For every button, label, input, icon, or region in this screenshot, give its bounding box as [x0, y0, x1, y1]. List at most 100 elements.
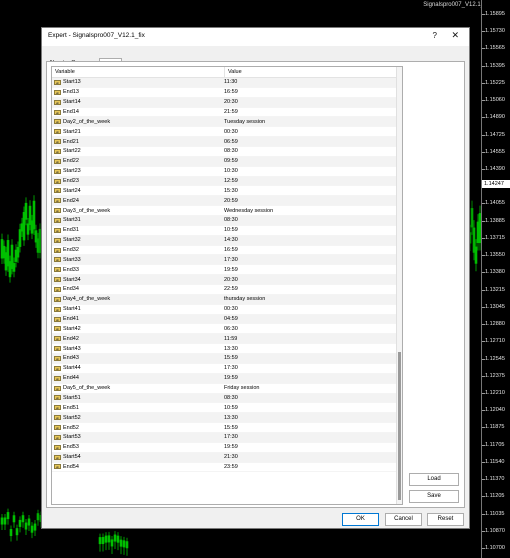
table-row[interactable]: ab Start34 20:30 — [52, 275, 402, 286]
help-button[interactable]: ? — [433, 31, 437, 40]
variable-value[interactable]: 16:59 — [221, 89, 238, 95]
table-row[interactable]: ab Start24 15:30 — [52, 186, 402, 197]
variable-value[interactable]: 20:30 — [221, 277, 238, 283]
variable-value[interactable]: Wednesday session — [221, 208, 273, 214]
column-header-variable[interactable]: Variable — [52, 67, 225, 77]
table-row[interactable]: ab Start23 10:30 — [52, 167, 402, 177]
variable-value[interactable]: 08:30 — [221, 148, 238, 154]
table-row[interactable]: ab Day4_of_the_week thursday session — [52, 294, 402, 305]
variable-value[interactable]: 23:59 — [221, 464, 238, 470]
table-row[interactable]: ab Start31 08:30 — [52, 216, 402, 226]
table-row[interactable]: ab Day3_of_the_week Wednesday session — [52, 206, 402, 217]
column-header-value[interactable]: Value — [225, 67, 402, 77]
variable-value[interactable]: 00:30 — [221, 306, 238, 312]
table-row[interactable]: ab End42 11:59 — [52, 334, 402, 345]
variable-value[interactable]: 06:59 — [221, 139, 238, 145]
load-button[interactable]: Load — [409, 473, 459, 486]
table-row[interactable]: ab Start21 00:30 — [52, 127, 402, 138]
table-row[interactable]: ab End33 19:59 — [52, 265, 402, 276]
variable-value[interactable]: 10:59 — [221, 405, 238, 411]
variable-value[interactable]: 20:30 — [221, 99, 238, 105]
variable-value[interactable]: 04:59 — [221, 316, 238, 322]
variable-value[interactable]: 13:30 — [221, 346, 238, 352]
variable-value[interactable]: 20:59 — [221, 198, 238, 204]
table-row[interactable]: ab Start42 06:30 — [52, 324, 402, 335]
table-row[interactable]: ab End51 10:59 — [52, 403, 402, 414]
table-row[interactable]: ab End32 16:59 — [52, 246, 402, 256]
table-row[interactable]: ab Start43 13:30 — [52, 344, 402, 355]
variable-value[interactable]: 22:59 — [221, 286, 238, 292]
variable-value[interactable]: 08:30 — [221, 217, 238, 223]
parameter-icon: ab — [54, 444, 61, 450]
parameter-icon: ab — [54, 109, 61, 115]
variable-value[interactable]: 11:59 — [221, 336, 237, 342]
variable-value[interactable]: 13:30 — [221, 415, 238, 421]
variable-value[interactable]: 10:30 — [221, 168, 238, 174]
variable-value[interactable]: 15:30 — [221, 188, 238, 194]
variable-value[interactable]: 19:59 — [221, 444, 238, 450]
variable-value[interactable]: Friday session — [221, 385, 259, 391]
table-row[interactable]: ab End21 06:59 — [52, 137, 402, 148]
table-row[interactable]: ab Start52 13:30 — [52, 413, 402, 424]
table-row[interactable]: ab End43 15:59 — [52, 354, 402, 364]
table-row[interactable]: ab End23 12:59 — [52, 176, 402, 187]
table-row[interactable]: ab Start33 17:30 — [52, 255, 402, 266]
scrollbar-thumb[interactable] — [398, 352, 401, 500]
vertical-scrollbar[interactable] — [396, 67, 402, 504]
table-row[interactable]: ab End52 15:59 — [52, 423, 402, 433]
variable-value[interactable]: 06:30 — [221, 326, 238, 332]
table-row[interactable]: ab End14 21:59 — [52, 108, 402, 118]
table-row[interactable]: ab Start14 20:30 — [52, 97, 402, 108]
table-row[interactable]: ab End13 16:59 — [52, 88, 402, 98]
variable-value[interactable]: 21:30 — [221, 454, 238, 460]
variable-value[interactable]: 15:59 — [221, 355, 238, 361]
table-row[interactable]: ab Day5_of_the_week Friday session — [52, 384, 402, 394]
price-label: 1.13550 — [485, 252, 505, 259]
close-button[interactable]: ✕ — [451, 30, 459, 41]
table-row[interactable]: ab Start22 08:30 — [52, 147, 402, 157]
variable-value[interactable]: 12:59 — [221, 178, 238, 184]
variable-value[interactable]: 14:30 — [221, 237, 238, 243]
expert-dialog: Expert - Signalspro007_V12.1_fix ? ✕ Abo… — [41, 27, 470, 529]
table-row[interactable]: ab Start51 08:30 — [52, 393, 402, 404]
cancel-button[interactable]: Cancel — [385, 513, 422, 526]
table-row[interactable]: ab End34 22:59 — [52, 285, 402, 295]
variable-value[interactable]: 21:59 — [221, 109, 238, 115]
variable-value[interactable]: Tuesday session — [221, 119, 265, 125]
table-row[interactable]: ab Start13 11:30 — [52, 78, 402, 88]
save-button[interactable]: Save — [409, 490, 459, 503]
variable-value[interactable]: 11:30 — [221, 79, 237, 85]
table-row[interactable]: ab End53 19:59 — [52, 443, 402, 453]
variable-value[interactable]: 08:30 — [221, 395, 238, 401]
variable-value[interactable]: 00:30 — [221, 129, 238, 135]
variable-value[interactable]: 09:59 — [221, 158, 238, 164]
variable-value[interactable]: 10:59 — [221, 227, 238, 233]
table-row[interactable]: ab Start44 17:30 — [52, 364, 402, 374]
table-row[interactable]: ab Start32 14:30 — [52, 235, 402, 246]
ok-button[interactable]: OK — [342, 513, 379, 526]
dialog-titlebar[interactable]: Expert - Signalspro007_V12.1_fix ? ✕ — [42, 28, 469, 46]
table-row[interactable]: ab End24 20:59 — [52, 196, 402, 207]
price-label: 1.13885 — [485, 217, 505, 224]
variable-value[interactable]: 15:59 — [221, 425, 238, 431]
table-row[interactable]: ab End54 23:59 — [52, 463, 402, 473]
variable-value[interactable]: 17:30 — [221, 365, 238, 371]
variable-value[interactable]: 17:30 — [221, 257, 238, 263]
price-label: 1.14055 — [485, 200, 505, 207]
variable-value[interactable]: 16:59 — [221, 247, 238, 253]
table-row[interactable]: ab Start41 00:30 — [52, 305, 402, 315]
table-row[interactable]: ab Start54 21:30 — [52, 452, 402, 463]
table-row[interactable]: ab End41 04:59 — [52, 314, 402, 325]
reset-button[interactable]: Reset — [427, 513, 464, 526]
variable-value[interactable]: 19:59 — [221, 375, 238, 381]
table-row[interactable]: ab Day2_of_the_week Tuesday session — [52, 117, 402, 128]
candle-body — [12, 515, 16, 523]
table-row[interactable]: ab End31 10:59 — [52, 226, 402, 236]
variable-value[interactable]: thursday session — [221, 296, 265, 302]
variable-value[interactable]: 19:59 — [221, 267, 238, 273]
variable-value[interactable]: 17:30 — [221, 434, 238, 440]
table-row[interactable]: ab End44 19:59 — [52, 373, 402, 384]
candle-body — [2, 245, 6, 259]
table-row[interactable]: ab Start53 17:30 — [52, 432, 402, 443]
table-row[interactable]: ab End22 09:59 — [52, 156, 402, 167]
